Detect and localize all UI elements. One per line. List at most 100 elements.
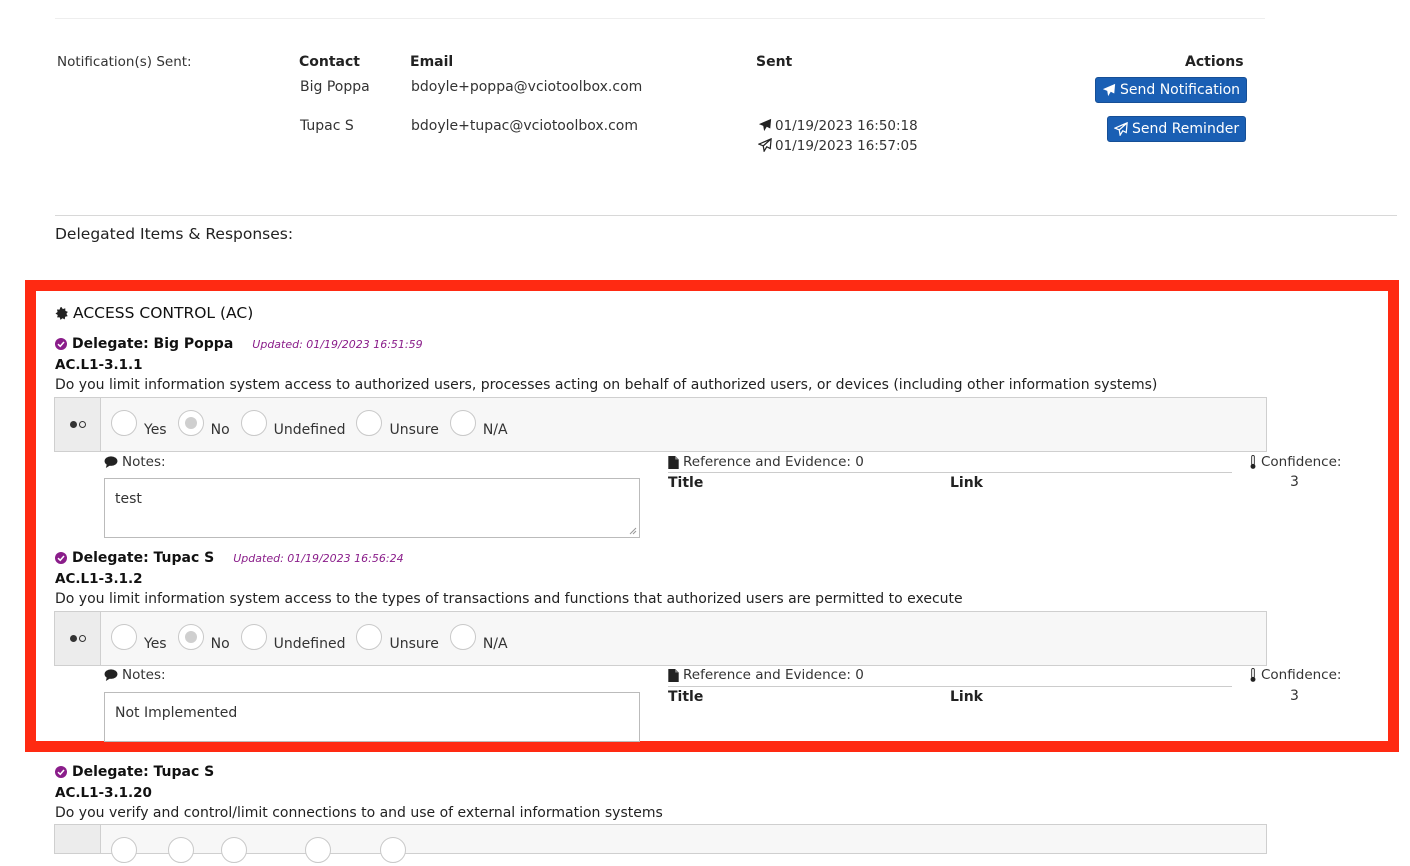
option-yes[interactable]: Yes xyxy=(111,624,167,652)
option-no[interactable] xyxy=(168,837,210,863)
radio-button[interactable] xyxy=(221,837,248,863)
thermometer-icon xyxy=(1250,455,1256,469)
send-reminder-button[interactable]: Send Reminder xyxy=(1107,116,1247,142)
option-label: N/A xyxy=(482,636,508,652)
option-yes[interactable] xyxy=(111,837,157,863)
send-notification-button[interactable]: Send Notification xyxy=(1095,77,1248,103)
option-label: Yes xyxy=(144,422,167,438)
notes-textarea[interactable]: Not Implemented xyxy=(104,692,640,742)
confidence-label: Confidence: xyxy=(1249,667,1341,683)
radio-button[interactable] xyxy=(111,624,137,650)
notes-label-text: Notes: xyxy=(122,667,166,683)
thermometer-icon xyxy=(1250,668,1256,682)
option-label: No xyxy=(210,422,230,438)
confidence-value: 3 xyxy=(1290,688,1299,704)
delegated-items-title: Delegated Items & Responses: xyxy=(55,225,294,243)
option-undefined[interactable]: Undefined xyxy=(240,410,346,438)
contact-name: Big Poppa xyxy=(300,79,370,95)
comment-icon xyxy=(104,456,118,468)
paper-plane-outline-icon xyxy=(757,137,772,153)
option-label: Undefined xyxy=(273,422,346,438)
confidence-label: Confidence: xyxy=(1249,454,1341,470)
reference-label: Reference and Evidence: 0 xyxy=(668,667,864,683)
delegate-name: Delegate: Big Poppa xyxy=(72,336,234,352)
notes-label: Notes: xyxy=(104,667,166,683)
option-unsure[interactable] xyxy=(305,837,369,863)
resize-handle-icon[interactable] xyxy=(629,527,637,535)
option-undefined[interactable] xyxy=(221,837,294,863)
send-reminder-label: Send Reminder xyxy=(1132,121,1240,137)
radio-button[interactable] xyxy=(111,410,137,436)
radio-button[interactable] xyxy=(449,410,476,436)
radio-toggle-icon xyxy=(55,825,101,853)
response-radio-group: Yes No Undefined Unsure N/A xyxy=(54,611,1267,666)
category-label: ACCESS CONTROL (AC) xyxy=(73,304,254,322)
radio-button[interactable] xyxy=(111,837,137,863)
option-no[interactable]: No xyxy=(177,410,230,438)
response-radio-group xyxy=(54,824,1267,863)
question-text: Do you verify and control/limit connecti… xyxy=(55,805,663,821)
option-undefined[interactable]: Undefined xyxy=(240,624,345,652)
delegate-name: Delegate: Tupac S xyxy=(72,550,215,566)
paper-plane-outline-icon xyxy=(1114,122,1128,136)
radio-button[interactable] xyxy=(177,410,204,436)
updated-timestamp: Updated: 01/19/2023 16:56:24 xyxy=(233,551,404,565)
option-unsure[interactable]: Unsure xyxy=(356,410,439,438)
check-circle-icon xyxy=(55,338,67,350)
notes-text: test xyxy=(115,491,142,507)
radio-button[interactable] xyxy=(177,624,204,650)
radio-button[interactable] xyxy=(240,410,267,436)
top-divider xyxy=(55,18,1265,19)
confidence-label-text: Confidence: xyxy=(1261,454,1342,470)
option-no[interactable]: No xyxy=(177,624,230,652)
reference-label-text: Reference and Evidence: 0 xyxy=(683,454,864,470)
delegate-name: Delegate: Tupac S xyxy=(72,764,215,780)
title-column-header: Title xyxy=(668,475,704,491)
link-column-header: Link xyxy=(950,689,983,705)
comment-icon xyxy=(104,669,118,681)
link-column-header: Link xyxy=(950,475,983,491)
file-icon xyxy=(668,668,679,682)
radio-button[interactable] xyxy=(240,624,267,650)
control-code: AC.L1-3.1.20 xyxy=(55,785,152,801)
delegate-heading: Delegate: Big Poppa Updated: 01/19/2023 … xyxy=(55,336,423,352)
reference-divider xyxy=(668,686,1232,687)
notes-label: Notes: xyxy=(104,454,166,470)
radio-button[interactable] xyxy=(449,624,476,650)
radio-button[interactable] xyxy=(356,624,383,650)
gear-badge-icon xyxy=(55,306,68,320)
option-unsure[interactable]: Unsure xyxy=(356,624,439,652)
sent-time-text: 01/19/2023 16:57:05 xyxy=(775,138,918,154)
radio-button[interactable] xyxy=(380,837,407,863)
option-label: Unsure xyxy=(389,636,439,652)
title-column-header: Title xyxy=(668,689,704,705)
notes-label-text: Notes: xyxy=(122,454,166,470)
option-na[interactable]: N/A xyxy=(449,410,508,438)
option-na[interactable]: N/A xyxy=(449,624,508,652)
sent-timestamp: 01/19/2023 16:50:18 xyxy=(758,118,918,134)
updated-timestamp: Updated: 01/19/2023 16:51:59 xyxy=(252,337,423,351)
control-code: AC.L1-3.1.2 xyxy=(55,571,143,587)
option-label: No xyxy=(210,636,230,652)
contact-header: Contact xyxy=(299,54,360,70)
confidence-value: 3 xyxy=(1290,474,1299,490)
contact-email: bdoyle+tupac@vciotoolbox.com xyxy=(411,118,638,134)
radio-button[interactable] xyxy=(305,837,332,863)
sent-header: Sent xyxy=(756,54,793,70)
paper-plane-icon xyxy=(758,118,772,132)
option-yes[interactable]: Yes xyxy=(111,410,167,438)
file-icon xyxy=(668,455,679,469)
reference-label: Reference and Evidence: 0 xyxy=(668,454,864,470)
contact-name: Tupac S xyxy=(300,118,354,134)
radio-button[interactable] xyxy=(356,410,383,436)
response-radio-group: Yes No Undefined Unsure N/A xyxy=(54,397,1267,452)
section-divider xyxy=(55,215,1397,216)
notes-textarea[interactable]: test xyxy=(104,478,640,538)
option-na[interactable] xyxy=(380,837,413,863)
email-header: Email xyxy=(410,54,454,70)
option-label: Unsure xyxy=(389,422,439,438)
radio-button[interactable] xyxy=(168,837,195,863)
delegate-heading: Delegate: Tupac S xyxy=(55,764,214,780)
option-label: Yes xyxy=(144,636,167,652)
control-code: AC.L1-3.1.1 xyxy=(55,357,143,373)
